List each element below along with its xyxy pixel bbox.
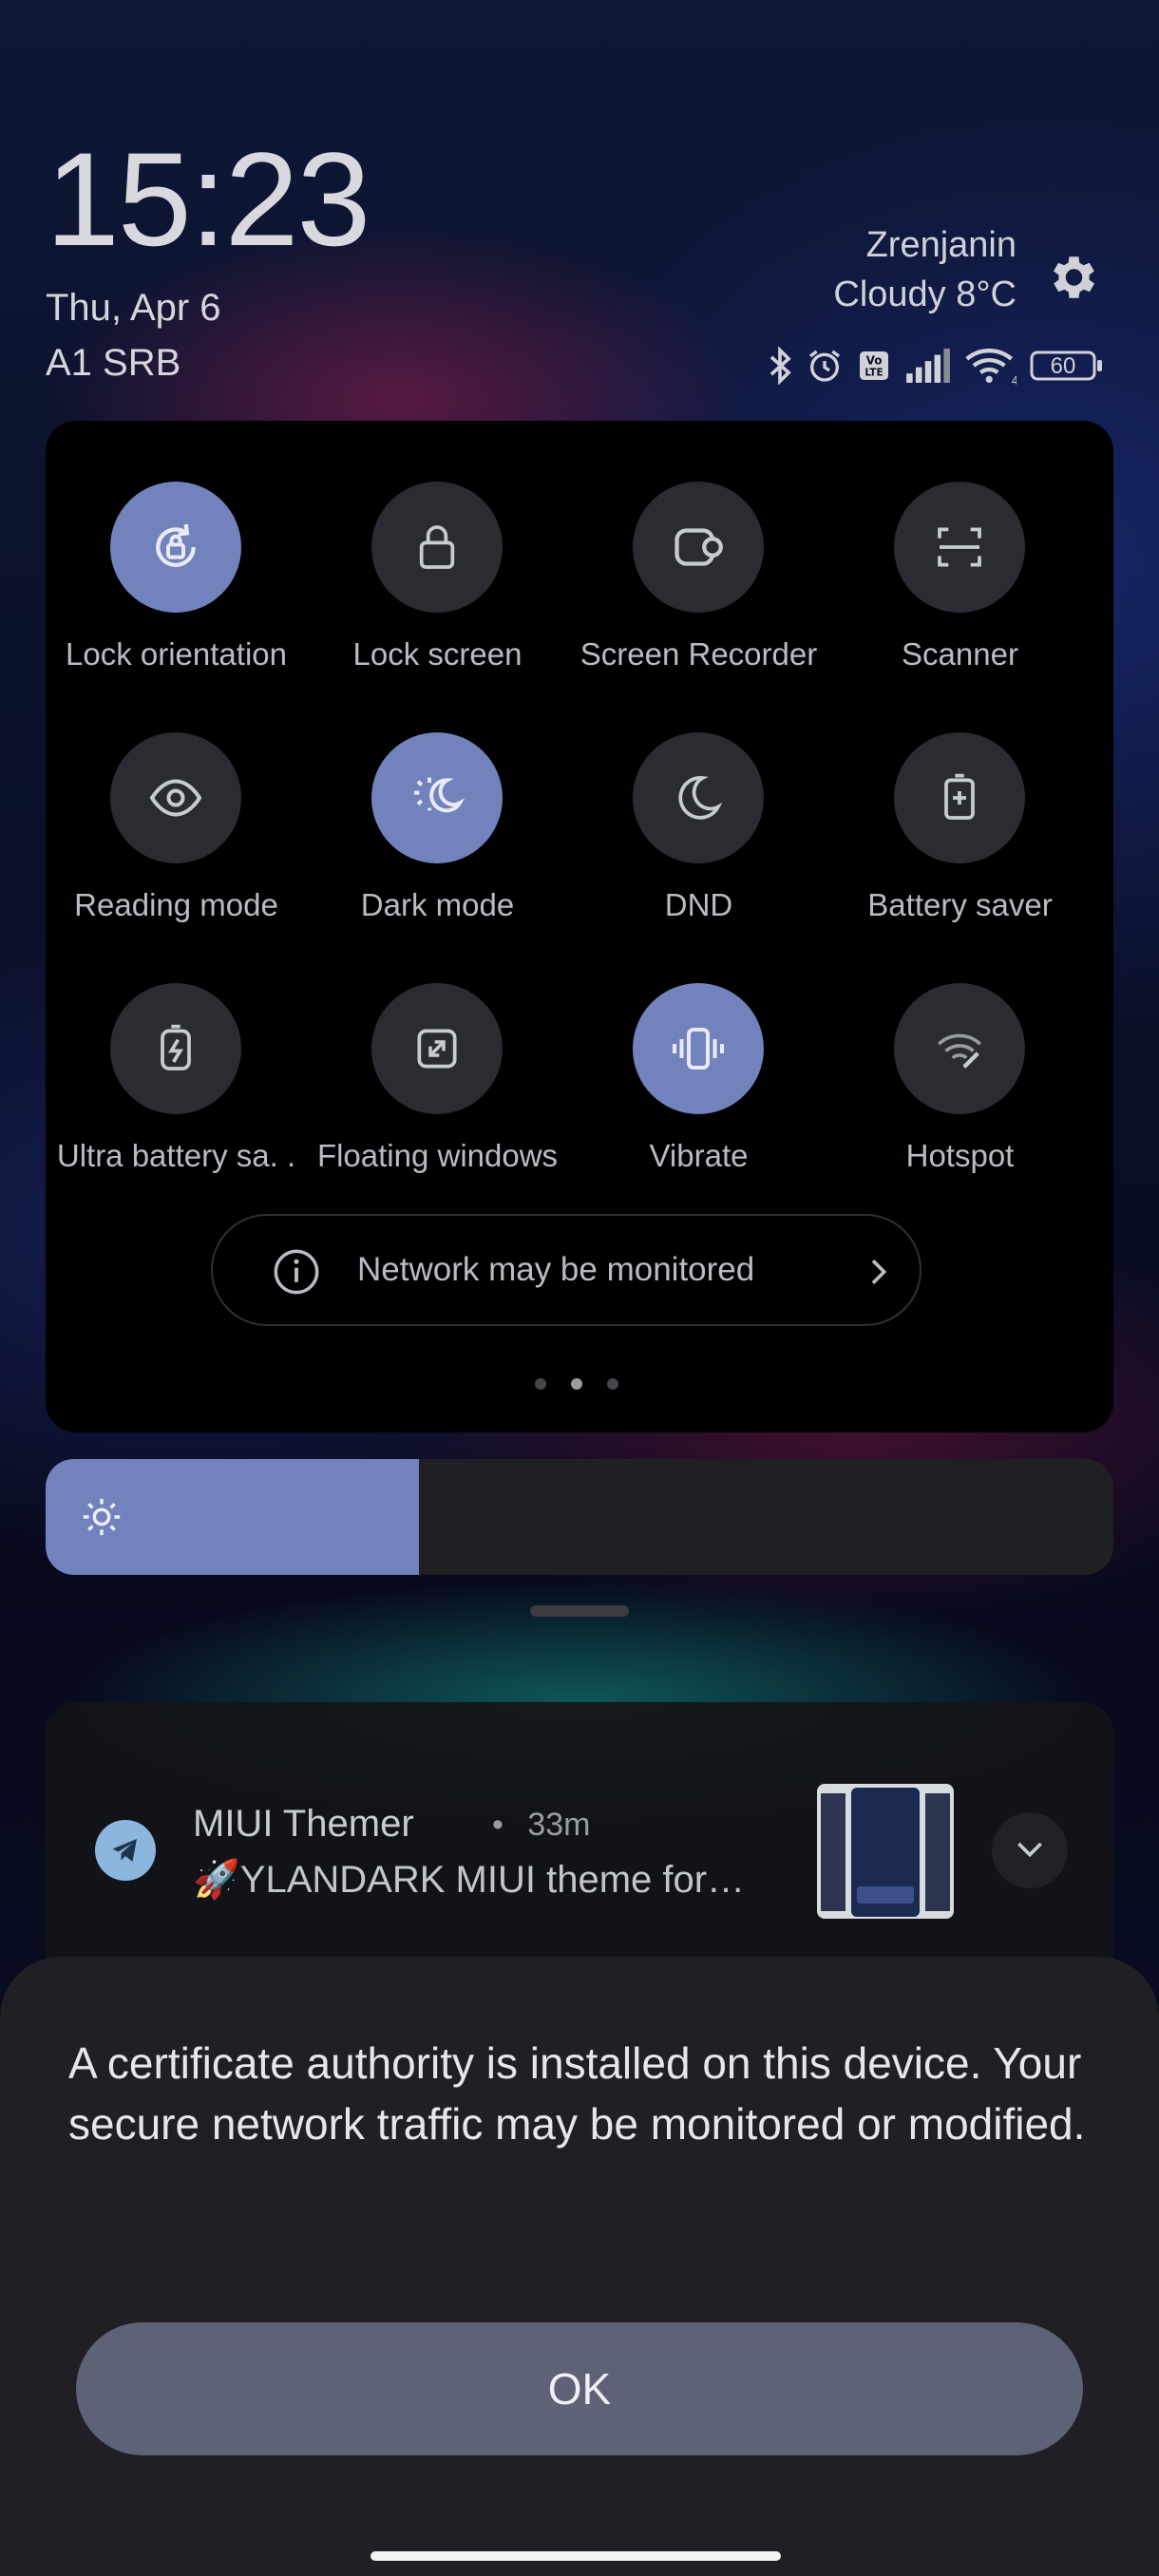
tile-floating-windows[interactable]: Floating windows	[307, 983, 568, 1202]
status-icons: VoLTE 4 60	[768, 342, 1104, 389]
tile-label: Ultra battery sa. .	[56, 1138, 296, 1173]
tile-battery-saver[interactable]: Battery saver	[829, 732, 1091, 951]
drag-handle[interactable]	[530, 1605, 629, 1617]
page-dot	[607, 1378, 618, 1390]
tile-label: Reading mode	[74, 887, 278, 922]
bluetooth-icon	[768, 347, 792, 385]
svg-text:LTE: LTE	[864, 368, 883, 379]
gear-icon[interactable]	[1043, 249, 1100, 306]
tile-ultra-battery-saver[interactable]: Ultra battery sa. .	[46, 983, 307, 1202]
camera-recorder-icon	[633, 482, 764, 613]
rotation-lock-icon	[110, 482, 241, 613]
notification-card[interactable]: MIUI Themer • 33m 🚀YLANDARK MIUI theme f…	[46, 1702, 1113, 1987]
tile-hotspot[interactable]: Hotspot	[829, 983, 1091, 1202]
brightness-slider[interactable]	[46, 1459, 1113, 1575]
signal-icon	[904, 349, 952, 383]
volte-icon: Vo LTE	[857, 349, 891, 383]
home-indicator[interactable]	[370, 2551, 781, 2561]
moon-icon	[633, 732, 764, 863]
hotspot-icon	[894, 983, 1025, 1114]
notification-separator: •	[492, 1807, 504, 1843]
weather-city: Zrenjanin	[865, 225, 1016, 265]
tile-lock-screen[interactable]: Lock screen	[307, 482, 568, 700]
battery-plus-icon	[894, 732, 1025, 863]
date-label[interactable]: Thu, Apr 6	[46, 287, 221, 330]
floating-window-icon	[371, 983, 503, 1114]
tile-label: DND	[664, 887, 733, 922]
notification-time: • 33m	[492, 1807, 591, 1844]
sun-moon-icon	[371, 732, 503, 863]
page-indicator	[535, 1378, 618, 1390]
battery-level: 60	[1050, 353, 1076, 379]
scan-frame-icon	[894, 482, 1025, 613]
svg-text:4: 4	[1012, 373, 1016, 385]
weather-condition: Cloudy 8°C	[833, 275, 1016, 314]
ok-button[interactable]: OK	[76, 2322, 1083, 2455]
tile-label: Lock screen	[352, 636, 522, 672]
page-dot	[535, 1378, 546, 1390]
notification-age: 33m	[527, 1807, 591, 1843]
battery-icon: 60	[1030, 349, 1104, 383]
eye-icon	[110, 732, 241, 863]
telegram-icon	[95, 1820, 156, 1881]
vibrate-icon	[633, 983, 764, 1114]
tile-dnd[interactable]: DND	[568, 732, 829, 951]
padlock-icon	[371, 482, 503, 613]
notification-app-name: MIUI Themer	[193, 1803, 414, 1845]
svg-text:Vo: Vo	[866, 354, 883, 368]
tile-label: Lock orientation	[66, 636, 287, 672]
expand-button[interactable]	[992, 1812, 1068, 1888]
chevron-right-icon	[859, 1253, 897, 1296]
quick-settings-panel: Lock orientation Lock screen Screen Reco…	[46, 421, 1113, 1432]
chevron-down-icon	[1011, 1829, 1049, 1872]
tile-label: Screen Recorder	[580, 636, 818, 672]
certificate-dialog: A certificate authority is installed on …	[0, 1957, 1159, 2576]
tile-lock-orientation[interactable]: Lock orientation	[46, 482, 307, 700]
bolt-battery-icon	[110, 983, 241, 1114]
network-monitored-chip[interactable]: Network may be monitored	[211, 1214, 922, 1326]
notification-body: 🚀YLANDARK MIUI theme for…	[193, 1859, 746, 1901]
tile-scanner[interactable]: Scanner	[829, 482, 1091, 700]
carrier-label: A1 SRB	[46, 342, 181, 384]
wifi-icon: 4	[965, 347, 1016, 385]
tile-screen-recorder[interactable]: Screen Recorder	[568, 482, 829, 700]
network-monitored-label: Network may be monitored	[357, 1251, 755, 1288]
tile-label: Floating windows	[316, 1138, 559, 1173]
notification-thumbnail	[817, 1784, 954, 1919]
tile-dark-mode[interactable]: Dark mode	[307, 732, 568, 951]
tile-label: Vibrate	[649, 1138, 749, 1173]
tile-label: Scanner	[902, 636, 1018, 672]
tile-vibrate[interactable]: Vibrate	[568, 983, 829, 1202]
alarm-icon	[806, 347, 844, 385]
clock-time[interactable]: 15:23	[46, 133, 370, 266]
tile-label: Dark mode	[360, 887, 515, 922]
tile-label: Battery saver	[867, 887, 1053, 922]
dialog-message: A certificate authority is installed on …	[68, 2038, 1086, 2149]
page-dot-active	[571, 1378, 582, 1390]
info-icon	[272, 1247, 321, 1301]
sun-icon	[80, 1495, 124, 1544]
tile-label: Hotspot	[905, 1138, 1015, 1173]
tile-reading-mode[interactable]: Reading mode	[46, 732, 307, 951]
weather-widget[interactable]: Zrenjanin Cloudy 8°C	[833, 220, 1016, 319]
